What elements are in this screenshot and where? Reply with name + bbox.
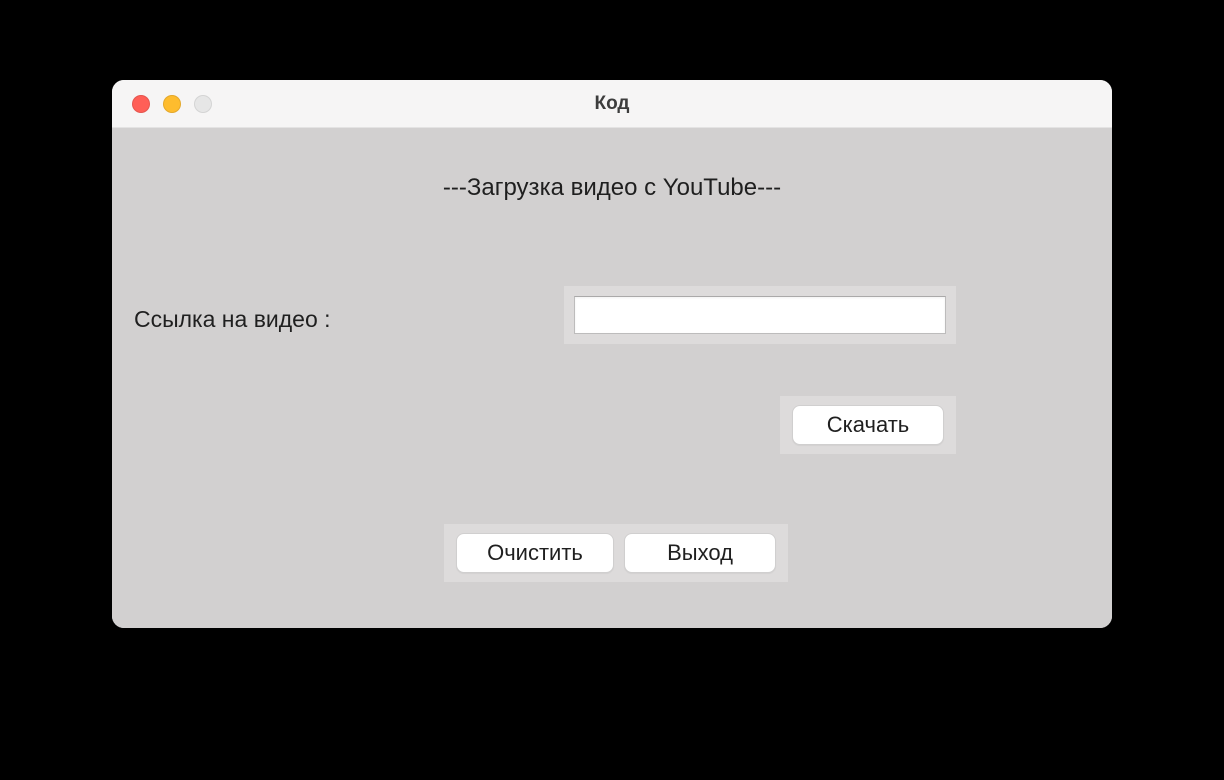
bottom-buttons: Очистить Выход: [444, 524, 788, 582]
exit-button[interactable]: Выход: [624, 533, 776, 573]
traffic-lights: [112, 95, 212, 113]
link-label: Ссылка на видео :: [134, 306, 331, 333]
titlebar: Код: [112, 80, 1112, 128]
page-heading: ---Загрузка видео с YouTube---: [112, 174, 1112, 202]
close-icon[interactable]: [132, 95, 150, 113]
link-input-wrap: [564, 286, 956, 344]
link-input[interactable]: [574, 296, 946, 334]
minimize-icon[interactable]: [163, 95, 181, 113]
download-button-wrap: Скачать: [780, 396, 956, 454]
app-window: Код ---Загрузка видео с YouTube--- Ссылк…: [112, 80, 1112, 628]
clear-button[interactable]: Очистить: [456, 533, 614, 573]
zoom-icon[interactable]: [194, 95, 212, 113]
window-body: ---Загрузка видео с YouTube--- Ссылка на…: [112, 128, 1112, 628]
window-title: Код: [112, 93, 1112, 115]
download-button[interactable]: Скачать: [792, 405, 944, 445]
